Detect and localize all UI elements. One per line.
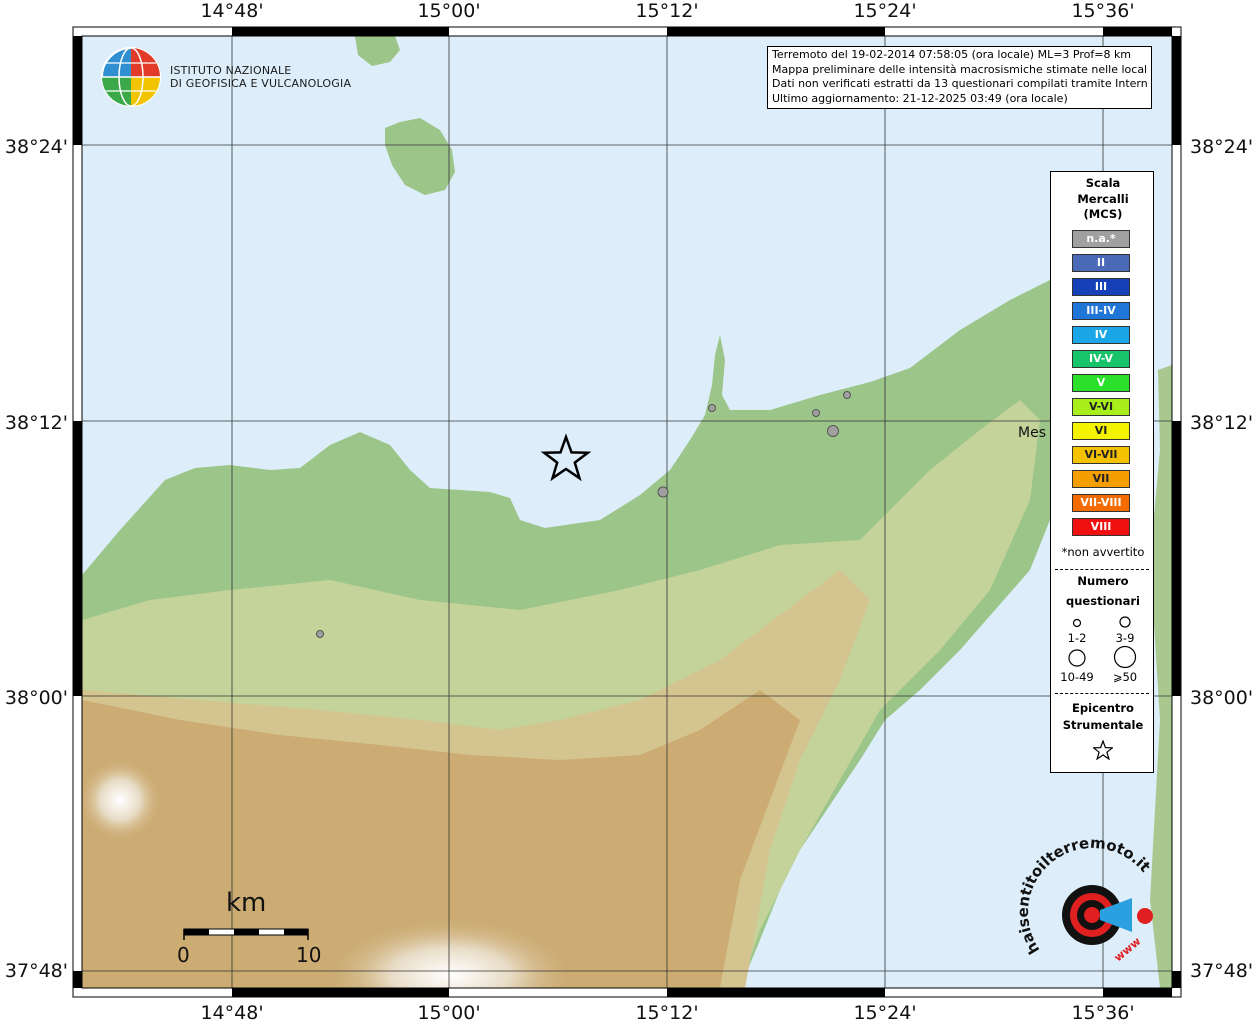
point-na[interactable]	[843, 391, 851, 399]
intensity-swatch: IV-V	[1072, 350, 1130, 368]
lat-label-right: 38°12'	[1190, 412, 1254, 434]
point-na[interactable]	[657, 486, 669, 498]
count-symbols	[1068, 616, 1137, 669]
legend-title-2: Mercalli	[1077, 191, 1129, 206]
scale-max: 10	[296, 943, 322, 967]
legend-title-1: Scala	[1085, 176, 1121, 190]
intensity-swatch: V-VI	[1072, 398, 1130, 416]
lon-label-top: 15°24'	[853, 0, 917, 22]
ingv-logo-icon	[101, 47, 161, 107]
count-symbol-xlarge	[1113, 645, 1137, 669]
legend-divider	[1055, 693, 1149, 694]
intensity-swatch: VII-VIII	[1072, 494, 1130, 512]
intensity-swatch: III-IV	[1072, 302, 1130, 320]
count-label-3: 10-49	[1060, 670, 1094, 684]
logo-line-1: ISTITUTO NAZIONALE	[170, 64, 292, 77]
legend-divider	[1055, 569, 1149, 570]
peak-west	[82, 760, 160, 840]
intensity-swatch: n.a.*	[1072, 230, 1130, 248]
lon-label-bottom: 15°24'	[853, 1002, 917, 1024]
count-symbol-medium	[1119, 616, 1131, 628]
count-label-4: ⩾50	[1112, 670, 1138, 684]
epicenter-title-2: Strumentale	[1062, 718, 1144, 732]
intensity-swatch: IV	[1072, 326, 1130, 344]
count-title-1: Numero	[1077, 574, 1129, 588]
lon-label-top: 15°36'	[1071, 0, 1135, 22]
lon-label-bottom: 14°48'	[200, 1002, 264, 1024]
point-na[interactable]	[812, 409, 820, 417]
lon-label-top: 15°00'	[417, 0, 481, 22]
lon-label-top: 15°12'	[635, 0, 699, 22]
intensity-swatch: VI-VII	[1072, 446, 1130, 464]
lat-label-left: 38°24'	[4, 136, 68, 158]
lat-label-right: 38°00'	[1190, 687, 1254, 709]
logo-line-2: DI GEOFISICA E VULCANOLOGIA	[170, 77, 352, 90]
legend-title-3: (MCS)	[1083, 207, 1123, 221]
epicenter-legend-star-icon	[1093, 740, 1113, 760]
count-label-1: 1-2	[1067, 631, 1087, 645]
intensity-swatch: VI	[1072, 422, 1130, 440]
lat-label-left: 37°48'	[4, 960, 68, 982]
scale-unit: km	[226, 888, 267, 918]
legend-note: *non avvertito	[1061, 545, 1145, 559]
intensity-swatch: II	[1072, 254, 1130, 272]
lon-label-top: 14°48'	[200, 0, 264, 22]
ingv-logo-text: ISTITUTO NAZIONALE DI GEOFISICA E VULCAN…	[170, 64, 351, 90]
event-info-box: Terremoto del 19-02-2014 07:58:05 (ora l…	[767, 46, 1152, 109]
data-note: Dati non verificati estratti da 13 quest…	[772, 77, 1147, 90]
last-update: Ultimo aggiornamento: 21-12-2025 03:49 (…	[772, 91, 1068, 105]
count-label-2: 3-9	[1115, 631, 1135, 645]
intensity-swatch: III	[1072, 278, 1130, 296]
lat-label-left: 38°12'	[4, 412, 68, 434]
map-description: Mappa preliminare delle intensità macros…	[772, 62, 1147, 76]
scale-min: 0	[177, 943, 190, 967]
lon-label-bottom: 15°36'	[1071, 1002, 1135, 1024]
intensity-swatch: VII	[1072, 470, 1130, 488]
point-na[interactable]	[827, 425, 839, 437]
event-title: Terremoto del 19-02-2014 07:58:05 (ora l…	[772, 48, 1132, 61]
count-symbol-large	[1068, 649, 1086, 667]
point-na[interactable]	[708, 404, 716, 412]
count-symbol-small	[1072, 618, 1082, 628]
place-label-messina: Mes	[1018, 425, 1046, 441]
intensity-swatch: V	[1072, 374, 1130, 392]
count-title-2: questionari	[1066, 594, 1140, 608]
lat-label-right: 38°24'	[1190, 136, 1254, 158]
lat-label-right: 37°48'	[1190, 960, 1254, 982]
epicenter-title-1: Epicentro	[1072, 701, 1134, 715]
lon-label-bottom: 15°00'	[417, 1002, 481, 1024]
point-na[interactable]	[316, 630, 324, 638]
lat-label-left: 38°00'	[4, 687, 68, 709]
intensity-swatch: VIII	[1072, 518, 1130, 536]
legend-panel: Scala Mercalli (MCS) n.a.* II III III-IV IV I…	[1050, 171, 1154, 773]
lon-label-bottom: 15°12'	[635, 1002, 699, 1024]
